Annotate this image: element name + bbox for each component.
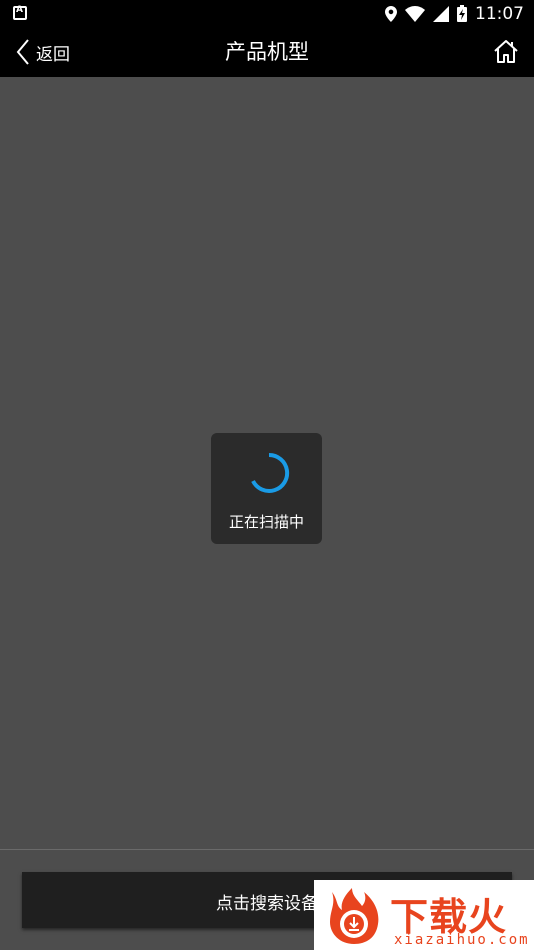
watermark-brand-en: xiazaihuo.com <box>394 932 530 948</box>
status-time: 11:07 <box>475 3 524 24</box>
status-bar: 11:07 <box>0 0 534 27</box>
loading-dialog: 正在扫描中 <box>211 433 322 544</box>
notification-a-icon <box>13 5 27 20</box>
loading-message: 正在扫描中 <box>228 513 304 531</box>
title-bar: 返回 产品机型 <box>0 27 534 77</box>
flame-download-logo-icon <box>330 888 379 944</box>
chevron-left-icon <box>16 39 29 65</box>
home-icon[interactable] <box>492 38 520 66</box>
back-label: 返回 <box>36 44 70 65</box>
watermark: 下载火 xiazaihuo.com <box>314 880 534 950</box>
loading-spinner-icon <box>251 452 290 493</box>
back-button[interactable]: 返回 <box>16 27 70 77</box>
battery-icon <box>457 5 467 22</box>
location-icon <box>385 5 397 22</box>
wifi-icon <box>405 5 425 22</box>
signal-icon <box>433 5 449 22</box>
page-title: 产品机型 <box>225 40 309 64</box>
status-icons: 11:07 <box>385 0 524 27</box>
